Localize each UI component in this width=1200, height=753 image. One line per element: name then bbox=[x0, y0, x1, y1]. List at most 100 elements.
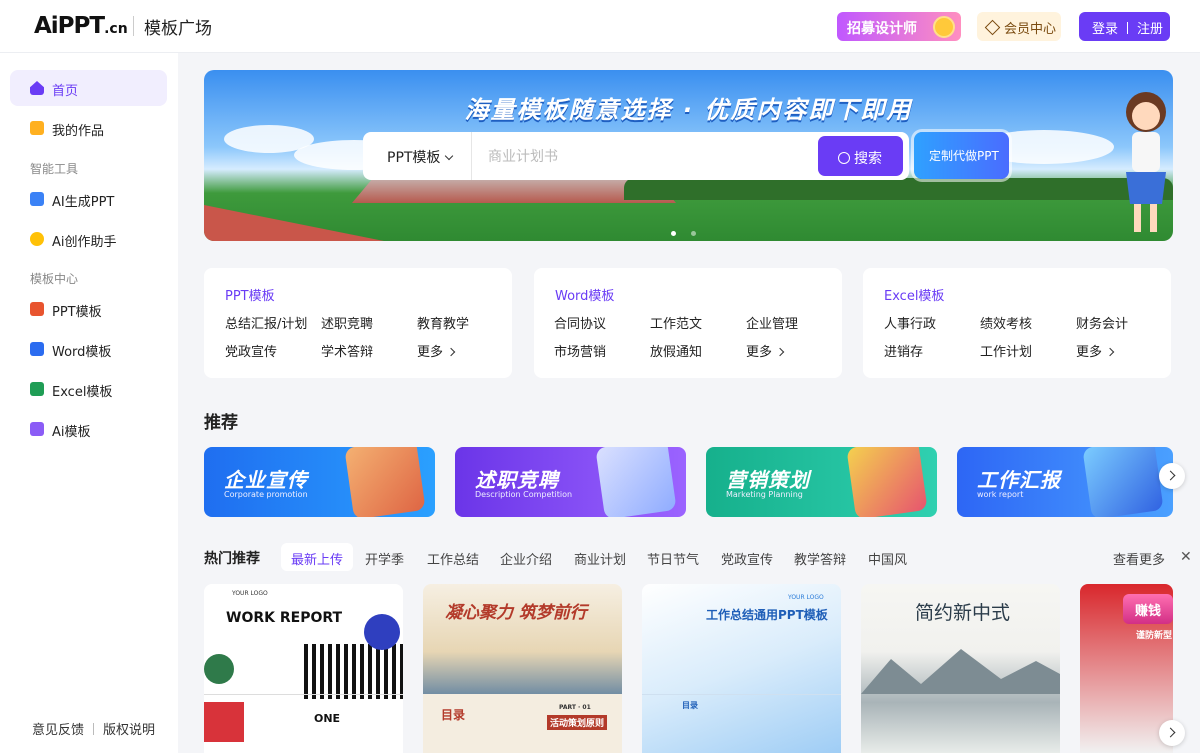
running-track bbox=[204, 205, 404, 241]
category-title[interactable]: Word模板 bbox=[555, 285, 614, 304]
category-title[interactable]: Excel模板 bbox=[884, 285, 944, 304]
pagination-dot[interactable] bbox=[671, 231, 676, 236]
more-label: 更多 bbox=[417, 345, 444, 360]
close-icon[interactable]: ✕ bbox=[1180, 549, 1192, 565]
word-category-card: Word模板 合同协议 工作范文 企业管理 市场营销 放假通知 更多 bbox=[534, 268, 842, 378]
recruit-designer-button[interactable]: 招募设计师 bbox=[837, 12, 961, 41]
template-part: PART · 01 bbox=[559, 704, 591, 711]
tab-teaching-defense[interactable]: 教学答辩 bbox=[794, 549, 846, 568]
sidebar-item-home[interactable]: 首页 bbox=[10, 70, 167, 106]
chevron-right-icon bbox=[1165, 470, 1176, 481]
template-thumbnail[interactable]: 凝心聚力 筑梦前行 目录 PART · 01 活动策划原则 bbox=[423, 584, 622, 753]
category-link[interactable]: 学术答辩 bbox=[321, 341, 373, 360]
template-title: 工作总结通用PPT模板 bbox=[706, 608, 828, 622]
tree-line bbox=[624, 178, 1173, 200]
copyright-link[interactable]: 版权说明 bbox=[103, 723, 155, 738]
member-center-button[interactable]: 会员中心 bbox=[977, 12, 1061, 41]
earn-money-badge[interactable]: 赚钱 bbox=[1123, 594, 1173, 624]
category-link[interactable]: 市场营销 bbox=[554, 341, 606, 360]
category-link[interactable]: 教育教学 bbox=[417, 313, 469, 332]
sidebar-item-ai-template[interactable]: Ai模板 bbox=[10, 411, 167, 447]
tab-chinese-style[interactable]: 中国风 bbox=[868, 549, 907, 568]
category-link[interactable]: 党政宣传 bbox=[225, 341, 277, 360]
sidebar-item-ppt[interactable]: PPT模板 bbox=[10, 291, 167, 327]
site-logo[interactable]: AiPPT.cn bbox=[34, 13, 128, 39]
pagination-dot[interactable] bbox=[691, 231, 696, 236]
category-link[interactable]: 总结汇报/计划 bbox=[225, 313, 307, 332]
sidebar-item-excel[interactable]: Excel模板 bbox=[10, 371, 167, 407]
template-toc: 目录 bbox=[682, 701, 698, 710]
category-title[interactable]: PPT模板 bbox=[225, 285, 275, 304]
see-more-link[interactable]: 查看更多 bbox=[1113, 549, 1165, 568]
search-input[interactable] bbox=[488, 146, 808, 168]
category-link[interactable]: 合同协议 bbox=[554, 313, 606, 332]
template-thumbnail[interactable]: YOUR LOGO 工作总结通用PPT模板 目录 bbox=[642, 584, 841, 753]
tab-party-promo[interactable]: 党政宣传 bbox=[721, 549, 773, 568]
sidebar-item-word[interactable]: Word模板 bbox=[10, 331, 167, 367]
register-label[interactable]: 注册 bbox=[1137, 22, 1163, 37]
login-register-button[interactable]: 登录 注册 bbox=[1079, 12, 1170, 41]
chevron-right-icon bbox=[1105, 347, 1115, 357]
category-more-link[interactable]: 更多 bbox=[417, 341, 456, 360]
feedback-link[interactable]: 意见反馈 bbox=[32, 723, 84, 738]
diamond-icon bbox=[984, 19, 1001, 36]
recommend-next-button[interactable] bbox=[1159, 463, 1185, 489]
more-label: 更多 bbox=[1076, 345, 1103, 360]
tab-school-season[interactable]: 开学季 bbox=[365, 549, 404, 568]
custom-ppt-button[interactable]: 定制代做PPT bbox=[914, 132, 1009, 179]
recommend-card-work-report[interactable]: 工作汇报 work report bbox=[957, 447, 1173, 517]
more-label: 更多 bbox=[746, 345, 773, 360]
decor-block bbox=[204, 702, 244, 742]
category-link[interactable]: 放假通知 bbox=[650, 341, 702, 360]
top-header: AiPPT.cn 模板广场 招募设计师 会员中心 登录 注册 bbox=[0, 0, 1200, 53]
tab-latest[interactable]: 最新上传 bbox=[281, 543, 354, 571]
sidebar-item-ai-ppt[interactable]: AI生成PPT bbox=[10, 181, 167, 217]
tab-work-summary[interactable]: 工作总结 bbox=[427, 549, 479, 568]
document-illustration bbox=[595, 447, 677, 517]
category-more-link[interactable]: 更多 bbox=[1076, 341, 1115, 360]
sidebar-item-label: 我的作品 bbox=[52, 124, 105, 139]
recommend-title: 推荐 bbox=[204, 413, 238, 433]
tab-business-plan[interactable]: 商业计划 bbox=[574, 549, 626, 568]
category-link[interactable]: 进销存 bbox=[884, 341, 923, 360]
category-link[interactable]: 绩效考核 bbox=[980, 313, 1032, 332]
sidebar-item-ai-assistant[interactable]: Ai创作助手 bbox=[10, 221, 167, 257]
sidebar-group-templates: 模板中心 bbox=[30, 272, 79, 286]
search-button[interactable]: 搜索 bbox=[818, 136, 903, 176]
recruit-label: 招募设计师 bbox=[847, 21, 917, 37]
category-link[interactable]: 企业管理 bbox=[746, 313, 798, 332]
tab-festivals[interactable]: 节日节气 bbox=[647, 549, 699, 568]
template-thumbnail[interactable]: YOUR LOGO WORK REPORT ONE bbox=[204, 584, 403, 753]
sidebar-item-label: AI生成PPT bbox=[52, 195, 115, 210]
logo-text: AiPPT bbox=[34, 13, 105, 39]
templates-next-button[interactable] bbox=[1159, 720, 1185, 746]
excel-category-card: Excel模板 人事行政 绩效考核 财务会计 进销存 工作计划 更多 bbox=[863, 268, 1171, 378]
category-more-link[interactable]: 更多 bbox=[746, 341, 785, 360]
login-label[interactable]: 登录 bbox=[1092, 22, 1118, 37]
megaphone-illustration bbox=[846, 447, 928, 517]
coin-icon bbox=[933, 16, 955, 38]
recommend-card-title: 企业宣传 bbox=[224, 468, 308, 492]
category-link[interactable]: 工作计划 bbox=[980, 341, 1032, 360]
category-link[interactable]: 工作范文 bbox=[650, 313, 702, 332]
search-box: PPT模板 搜索 bbox=[363, 132, 909, 180]
category-link[interactable]: 财务会计 bbox=[1076, 313, 1128, 332]
template-thumbnail[interactable]: 简约新中式 bbox=[861, 584, 1060, 753]
recommend-card-title: 述职竞聘 bbox=[475, 468, 559, 492]
template-subtitle: ONE bbox=[314, 712, 341, 725]
ppt-category-card: PPT模板 总结汇报/计划 述职竞聘 教育教学 党政宣传 学术答辩 更多 bbox=[204, 268, 512, 378]
chevron-right-icon bbox=[775, 347, 785, 357]
tab-company-intro[interactable]: 企业介绍 bbox=[500, 549, 552, 568]
category-link[interactable]: 述职竞聘 bbox=[321, 313, 373, 332]
recommend-card-subtitle: Marketing Planning bbox=[726, 490, 803, 499]
search-type-select[interactable]: PPT模板 bbox=[387, 147, 454, 167]
template-logo-text: YOUR LOGO bbox=[788, 594, 824, 601]
excel-icon bbox=[30, 382, 44, 396]
category-link[interactable]: 人事行政 bbox=[884, 313, 936, 332]
sidebar-item-my-works[interactable]: 我的作品 bbox=[10, 110, 167, 146]
recommend-card-competition[interactable]: 述职竞聘 Description Competition bbox=[455, 447, 686, 517]
recommend-card-corporate[interactable]: 企业宣传 Corporate promotion bbox=[204, 447, 435, 517]
sidebar-item-label: Word模板 bbox=[52, 345, 112, 360]
slide-divider bbox=[204, 694, 403, 695]
recommend-card-marketing[interactable]: 营销策划 Marketing Planning bbox=[706, 447, 937, 517]
